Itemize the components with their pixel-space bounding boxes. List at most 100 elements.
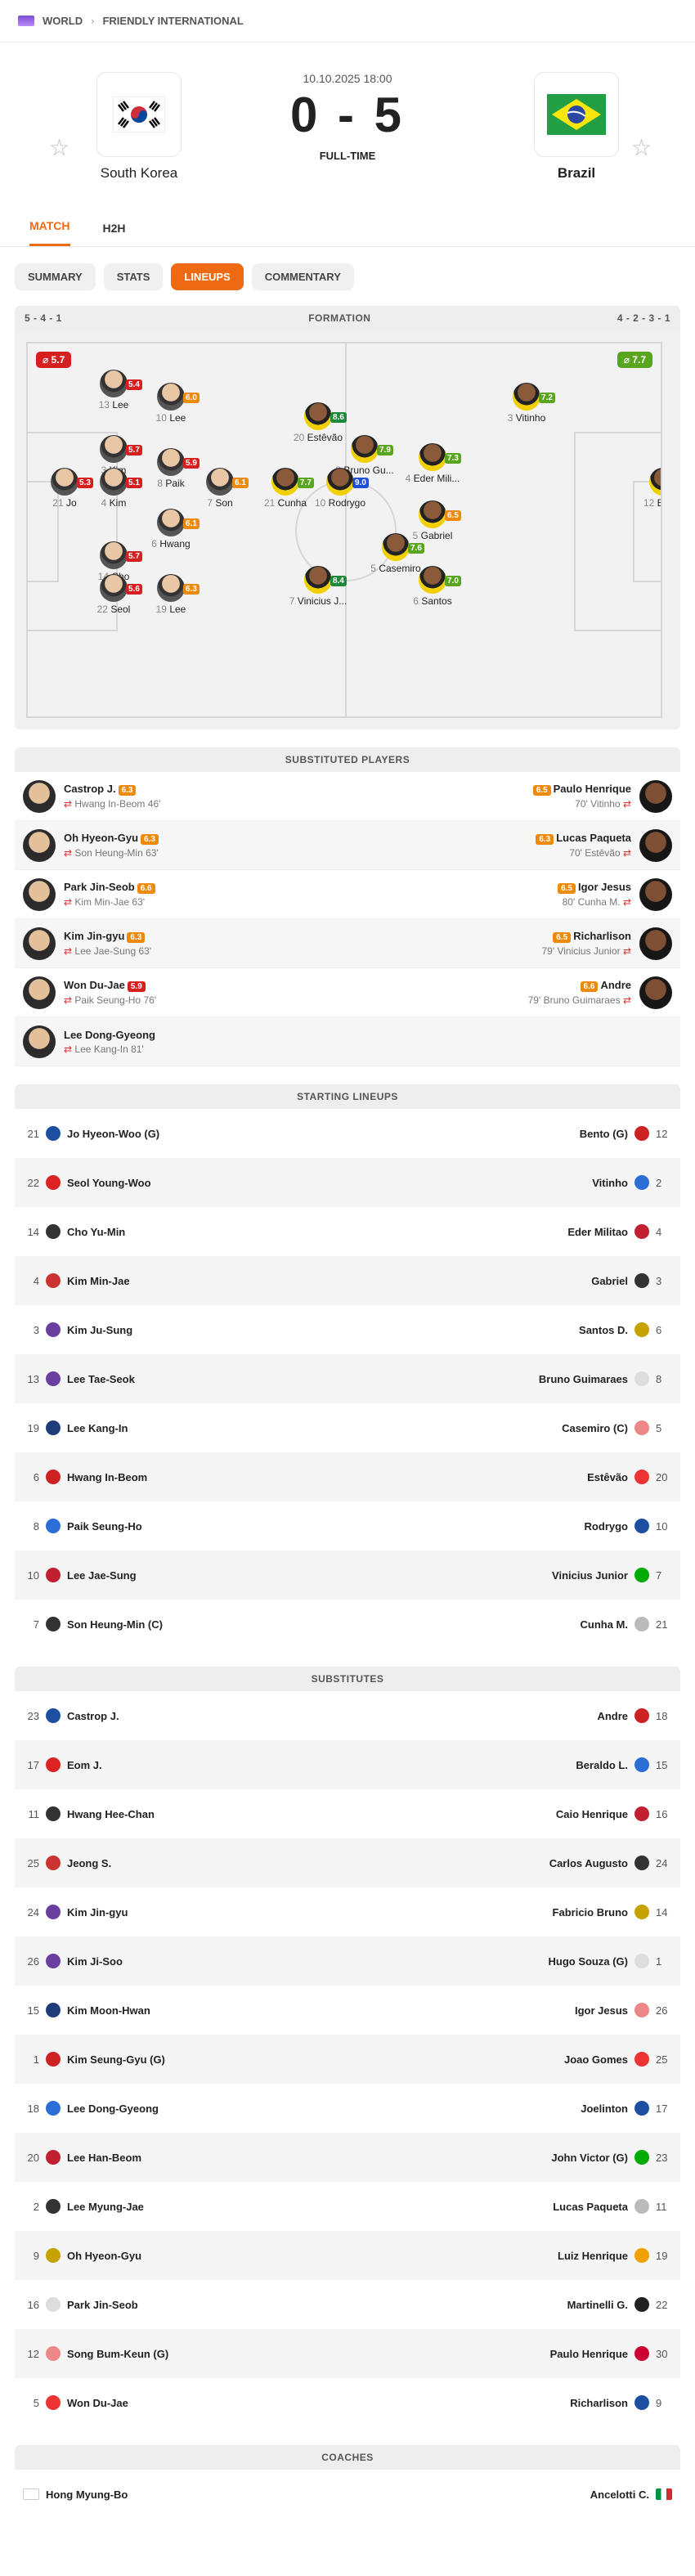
away-player[interactable]: Vinicius Junior 7 (348, 1568, 672, 1582)
away-player[interactable]: Santos D. 6 (348, 1322, 672, 1337)
pitch-player[interactable]: 6.1 7 Son (183, 468, 257, 509)
home-player[interactable]: 9 Oh Hyeon-Gyu (23, 2248, 348, 2263)
tab-commentary[interactable]: COMMENTARY (251, 263, 354, 290)
home-player[interactable]: 22 Seol Young-Woo (23, 1175, 348, 1190)
away-substitution[interactable]: 6.5 Igor Jesus 80' Cunha M. ⇄ (348, 877, 672, 911)
tab-stats[interactable]: STATS (103, 263, 164, 290)
home-player[interactable]: 25 Jeong S. (23, 1856, 348, 1870)
player-number: 4 (33, 1274, 39, 1287)
away-player[interactable]: Bento (G) 12 (348, 1126, 672, 1141)
away-team[interactable]: Brazil (495, 72, 658, 182)
player-name: Hwang In-Beom (67, 1470, 148, 1483)
home-substitution[interactable]: Oh Hyeon-Gyu 6.3 ⇄ Son Heung-Min 63' (23, 828, 348, 862)
home-player[interactable]: 26 Kim Ji-Soo (23, 1954, 348, 1968)
tab-h2h[interactable]: H2H (103, 222, 126, 246)
home-player[interactable]: 21 Jo Hyeon-Woo (G) (23, 1126, 348, 1141)
away-player[interactable]: Caio Henrique 16 (348, 1806, 672, 1821)
home-player[interactable]: 14 Cho Yu-Min (23, 1224, 348, 1239)
away-player[interactable]: Fabricio Bruno 14 (348, 1905, 672, 1919)
away-player[interactable]: Igor Jesus 26 (348, 2003, 672, 2017)
sub-player-name: Park Jin-Seob 6.6 (64, 881, 158, 894)
home-coach[interactable]: Hong Myung-Bo (23, 2488, 128, 2501)
home-player[interactable]: 8 Paik Seung-Ho (23, 1519, 348, 1533)
away-player[interactable]: Gabriel 3 (348, 1273, 672, 1288)
player-rating: 7.9 (377, 445, 393, 456)
player-surname: Bento (657, 497, 661, 509)
breadcrumb-competition[interactable]: FRIENDLY INTERNATIONAL (102, 15, 243, 27)
away-substitution[interactable]: 6.5 Paulo Henrique 70' Vitinho ⇄ (348, 779, 672, 813)
home-player[interactable]: 23 Castrop J. (23, 1708, 348, 1723)
home-player[interactable]: 3 Kim Ju-Sung (23, 1322, 348, 1337)
player-name: Paulo Henrique (549, 2347, 628, 2360)
home-player[interactable]: 17 Eom J. (23, 1757, 348, 1772)
home-player[interactable]: 11 Hwang Hee-Chan (23, 1806, 348, 1821)
away-player[interactable]: Martinelli G. 22 (348, 2297, 672, 2312)
away-player[interactable]: Eder Militao 4 (348, 1224, 672, 1239)
away-player[interactable]: Casemiro (C) 5 (348, 1420, 672, 1435)
away-player[interactable]: Richarlison 9 (348, 2395, 672, 2410)
away-player[interactable]: Rodrygo 10 (348, 1519, 672, 1533)
player-name: Vinicius Junior (552, 1568, 628, 1582)
tab-lineups[interactable]: LINEUPS (171, 263, 244, 290)
pitch-player[interactable]: 8.4 7 Vinicius J... (281, 566, 355, 607)
away-player[interactable]: Carlos Augusto 24 (348, 1856, 672, 1870)
player-surname: Vinicius J... (297, 595, 348, 607)
home-team[interactable]: South Korea (57, 72, 221, 182)
home-player[interactable]: 13 Lee Tae-Seok (23, 1371, 348, 1386)
home-substitution[interactable]: Won Du-Jae 5.9 ⇄ Paik Seung-Ho 76' (23, 976, 348, 1009)
player-name: Lee Myung-Jae (67, 2200, 144, 2213)
away-player[interactable]: Estêvão 20 (348, 1470, 672, 1484)
home-player[interactable]: 15 Kim Moon-Hwan (23, 2003, 348, 2017)
away-player[interactable]: Hugo Souza (G) 1 (348, 1954, 672, 1968)
home-player[interactable]: 18 Lee Dong-Gyeong (23, 2101, 348, 2116)
home-player[interactable]: 7 Son Heung-Min (C) (23, 1617, 348, 1631)
away-player[interactable]: John Victor (G) 23 (348, 2150, 672, 2165)
pitch-player[interactable]: 6.3 19 Lee (134, 574, 208, 615)
match-tabs: MATCH H2H (0, 198, 695, 247)
home-player[interactable]: 5 Won Du-Jae (23, 2395, 348, 2410)
tab-summary[interactable]: SUMMARY (15, 263, 96, 290)
home-player[interactable]: 24 Kim Jin-gyu (23, 1905, 348, 1919)
breadcrumb-region[interactable]: WORLD (43, 15, 83, 27)
pitch-player[interactable]: 6.0 10 Lee (134, 383, 208, 424)
away-player[interactable]: Andre 18 (348, 1708, 672, 1723)
away-player[interactable]: Lucas Paqueta 11 (348, 2199, 672, 2214)
home-substitution[interactable]: Park Jin-Seob 6.6 ⇄ Kim Min-Jae 63' (23, 877, 348, 911)
home-substitution[interactable]: Lee Dong-Gyeong ⇄ Lee Kang-In 81' (23, 1025, 348, 1058)
away-player[interactable]: Vitinho 2 (348, 1175, 672, 1190)
home-player[interactable]: 2 Lee Myung-Jae (23, 2199, 348, 2214)
player-name: Lee Tae-Seok (67, 1372, 135, 1385)
away-substitution[interactable]: 6.5 Richarlison 79' Vinicius Junior ⇄ (348, 927, 672, 960)
pitch-player[interactable]: 6.912 Bento (626, 468, 661, 509)
away-player[interactable]: Bruno Guimaraes 8 (348, 1371, 672, 1386)
player-name: Lucas Paqueta (553, 2200, 628, 2213)
home-player[interactable]: 19 Lee Kang-In (23, 1420, 348, 1435)
away-substitution[interactable]: 6.6 Andre 79' Bruno Guimaraes ⇄ (348, 976, 672, 1009)
away-player[interactable]: Luiz Henrique 19 (348, 2248, 672, 2263)
match-date: 10.10.2025 18:00 (303, 72, 392, 85)
pitch-player[interactable]: 5.1 4 Kim (77, 468, 150, 509)
pitch-player[interactable]: 7.3 4 Eder Mili... (396, 443, 469, 484)
home-substitution[interactable]: Kim Jin-gyu 6.3 ⇄ Lee Jae-Sung 63' (23, 927, 348, 960)
home-substitution[interactable]: Castrop J. 6.3 ⇄ Hwang In-Beom 46' (23, 779, 348, 813)
favorite-star-icon[interactable]: ☆ (631, 134, 652, 161)
away-player[interactable]: Beraldo L. 15 (348, 1757, 672, 1772)
home-player[interactable]: 10 Lee Jae-Sung (23, 1568, 348, 1582)
club-crest-icon (46, 2248, 61, 2263)
away-coach[interactable]: Ancelotti C. (590, 2488, 672, 2501)
pitch-player[interactable]: 7.0 6 Santos (396, 566, 469, 607)
away-substitution[interactable]: 6.3 Lucas Paqueta 70' Estêvão ⇄ (348, 828, 672, 862)
home-player[interactable]: 1 Kim Seung-Gyu (G) (23, 2052, 348, 2067)
home-player[interactable]: 6 Hwang In-Beom (23, 1470, 348, 1484)
away-player[interactable]: Joelinton 17 (348, 2101, 672, 2116)
home-player[interactable]: 16 Park Jin-Seob (23, 2297, 348, 2312)
away-player[interactable]: Paulo Henrique 30 (348, 2346, 672, 2361)
home-player[interactable]: 4 Kim Min-Jae (23, 1273, 348, 1288)
away-player[interactable]: Joao Gomes 25 (348, 2052, 672, 2067)
home-player[interactable]: 20 Lee Han-Beom (23, 2150, 348, 2165)
pitch-player[interactable]: 7.2 3 Vitinho (490, 383, 563, 424)
pitch-player[interactable]: 9.0 10 Rodrygo (303, 468, 377, 509)
away-player[interactable]: Cunha M. 21 (348, 1617, 672, 1631)
home-player[interactable]: 12 Song Bum-Keun (G) (23, 2346, 348, 2361)
tab-match[interactable]: MATCH (29, 219, 70, 246)
